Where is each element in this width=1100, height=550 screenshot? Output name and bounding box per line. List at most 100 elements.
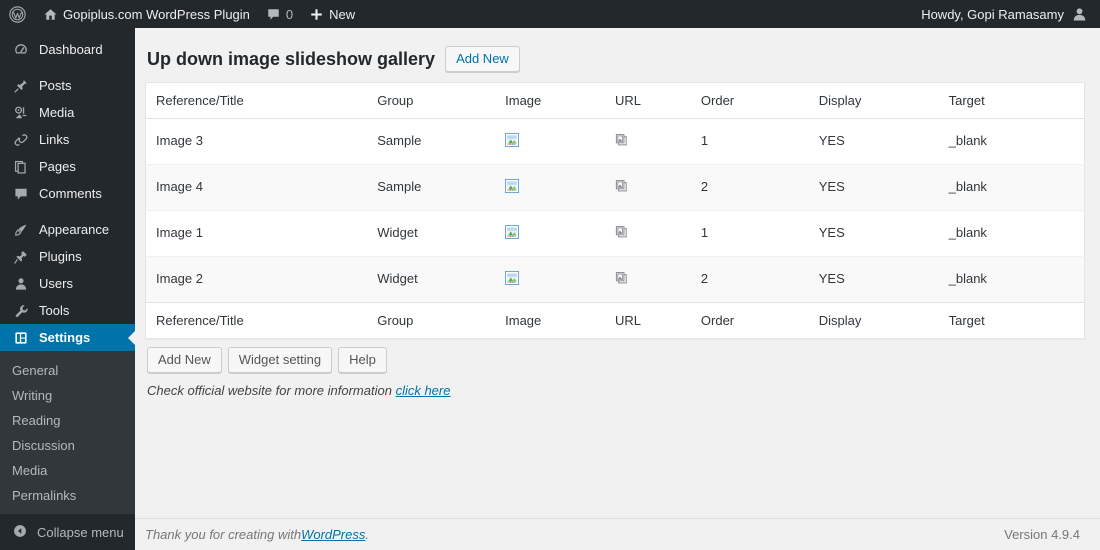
add-new-button-top[interactable]: Add New: [445, 46, 520, 72]
cell-image: [495, 256, 605, 303]
column-header-reference: Reference/Title: [145, 82, 368, 119]
widget-setting-button[interactable]: Widget setting: [227, 347, 333, 373]
submenu-item-media[interactable]: Media: [0, 458, 135, 483]
cell-reference: Image 2: [145, 256, 368, 303]
pin-icon: [12, 78, 30, 94]
submenu-item-writing[interactable]: Writing: [0, 383, 135, 408]
column-header-image: Image: [495, 82, 605, 119]
settings-submenu: General Writing Reading Discussion Media…: [0, 351, 135, 541]
broken-link-image-icon: [615, 179, 629, 193]
column-footer-url: URL: [605, 302, 691, 339]
active-menu-arrow-icon: [128, 329, 136, 346]
new-content-label: New: [329, 6, 356, 22]
sidebar-item-links[interactable]: Links: [0, 126, 135, 153]
slideshow-gallery-table: Reference/Title Group Image URL Order Di…: [145, 82, 1085, 339]
cell-group: Sample: [367, 164, 496, 211]
cell-order: 1: [690, 210, 809, 257]
collapse-menu-button[interactable]: Collapse menu: [0, 514, 135, 550]
cell-url: [605, 210, 691, 257]
wordpress-link[interactable]: WordPress: [301, 527, 365, 542]
user-avatar-icon: [1071, 6, 1088, 23]
comments-menu[interactable]: 0: [258, 0, 301, 28]
click-here-link[interactable]: click here: [396, 383, 451, 398]
broken-image-icon: [505, 179, 520, 193]
dashboard-icon: [12, 42, 30, 58]
broken-link-image-icon: [615, 133, 629, 147]
sidebar-item-label: Settings: [39, 330, 91, 345]
wordpress-logo-menu[interactable]: [0, 0, 35, 28]
home-icon: [43, 7, 58, 22]
submenu-item-permalinks[interactable]: Permalinks: [0, 483, 135, 508]
wordpress-admin-screen: Gopiplus.com WordPress Plugin 0 New Howd…: [0, 0, 1100, 550]
column-footer-order: Order: [690, 302, 809, 339]
help-button[interactable]: Help: [338, 347, 387, 373]
admin-bar: Gopiplus.com WordPress Plugin 0 New Howd…: [0, 0, 1100, 28]
cell-image: [495, 210, 605, 257]
column-footer-target: Target: [938, 302, 1085, 339]
sidebar-item-dashboard[interactable]: Dashboard: [0, 36, 135, 63]
howdy-label: Howdy, Gopi Ramasamy: [921, 6, 1064, 22]
sidebar-item-posts[interactable]: Posts: [0, 72, 135, 99]
table-header-row: Reference/Title Group Image URL Order Di…: [145, 82, 1085, 119]
sidebar-item-appearance[interactable]: Appearance: [0, 216, 135, 243]
sidebar-item-label: Tools: [39, 303, 70, 318]
page-title: Up down image slideshow gallery: [147, 49, 436, 69]
sidebar-item-users[interactable]: Users: [0, 270, 135, 297]
cell-target: _blank: [938, 256, 1085, 303]
column-footer-group: Group: [367, 302, 496, 339]
sidebar-item-label: Pages: [39, 159, 76, 174]
add-new-button[interactable]: Add New: [147, 347, 222, 373]
sidebar-item-media[interactable]: Media: [0, 99, 135, 126]
site-name-menu[interactable]: Gopiplus.com WordPress Plugin: [35, 0, 258, 28]
appearance-brush-icon: [12, 222, 30, 238]
table-footer-row: Reference/Title Group Image URL Order Di…: [145, 302, 1085, 339]
table-row[interactable]: Image 1 Widget 1 YES _blank: [145, 210, 1085, 257]
admin-menu: Dashboard Posts Media Links Pages Commen…: [0, 28, 136, 541]
cell-display: YES: [808, 210, 939, 257]
page-header: Up down image slideshow gallery Add New: [145, 38, 1080, 82]
info-text: Check official website for more informat…: [147, 383, 392, 398]
sidebar-item-tools[interactable]: Tools: [0, 297, 135, 324]
admin-sidebar: Dashboard Posts Media Links Pages Commen…: [0, 28, 136, 550]
collapse-arrow-icon: [12, 523, 28, 542]
comments-count: 0: [285, 6, 294, 22]
collapse-menu-label: Collapse menu: [37, 524, 124, 540]
table-body: Image 3 Sample 1 YES _blank Image 4 Samp…: [145, 118, 1085, 303]
cell-order: 2: [690, 256, 809, 303]
table-head: Reference/Title Group Image URL Order Di…: [145, 82, 1085, 119]
cell-display: YES: [808, 118, 939, 165]
column-footer-reference: Reference/Title: [145, 302, 368, 339]
submenu-item-discussion[interactable]: Discussion: [0, 433, 135, 458]
table-row[interactable]: Image 4 Sample 2 YES _blank: [145, 164, 1085, 211]
sidebar-item-comments[interactable]: Comments: [0, 180, 135, 207]
cell-order: 1: [690, 118, 809, 165]
cell-target: _blank: [938, 210, 1085, 257]
comment-bubble-icon: [12, 186, 30, 202]
broken-image-icon: [505, 271, 520, 285]
table-row[interactable]: Image 3 Sample 1 YES _blank: [145, 118, 1085, 165]
submenu-item-reading[interactable]: Reading: [0, 408, 135, 433]
action-button-row: Add New Widget setting Help: [145, 339, 1080, 373]
sidebar-item-plugins[interactable]: Plugins: [0, 243, 135, 270]
column-header-order: Order: [690, 82, 809, 119]
sidebar-item-label: Plugins: [39, 249, 82, 264]
cell-reference: Image 3: [145, 118, 368, 165]
column-header-url: URL: [605, 82, 691, 119]
cell-display: YES: [808, 164, 939, 211]
cell-url: [605, 164, 691, 211]
cell-image: [495, 164, 605, 211]
account-menu[interactable]: Howdy, Gopi Ramasamy: [921, 0, 1100, 28]
cell-image: [495, 118, 605, 165]
table-foot: Reference/Title Group Image URL Order Di…: [145, 302, 1085, 339]
sidebar-item-pages[interactable]: Pages: [0, 153, 135, 180]
sidebar-item-label: Dashboard: [39, 42, 103, 57]
new-content-menu[interactable]: New: [301, 0, 363, 28]
cell-reference: Image 1: [145, 210, 368, 257]
submenu-item-general[interactable]: General: [0, 358, 135, 383]
table-row[interactable]: Image 2 Widget 2 YES _blank: [145, 256, 1085, 303]
site-name-label: Gopiplus.com WordPress Plugin: [63, 6, 250, 22]
wordpress-logo-icon: [9, 5, 26, 23]
cell-group: Widget: [367, 210, 496, 257]
cell-target: _blank: [938, 164, 1085, 211]
sidebar-item-settings[interactable]: Settings: [0, 324, 136, 351]
